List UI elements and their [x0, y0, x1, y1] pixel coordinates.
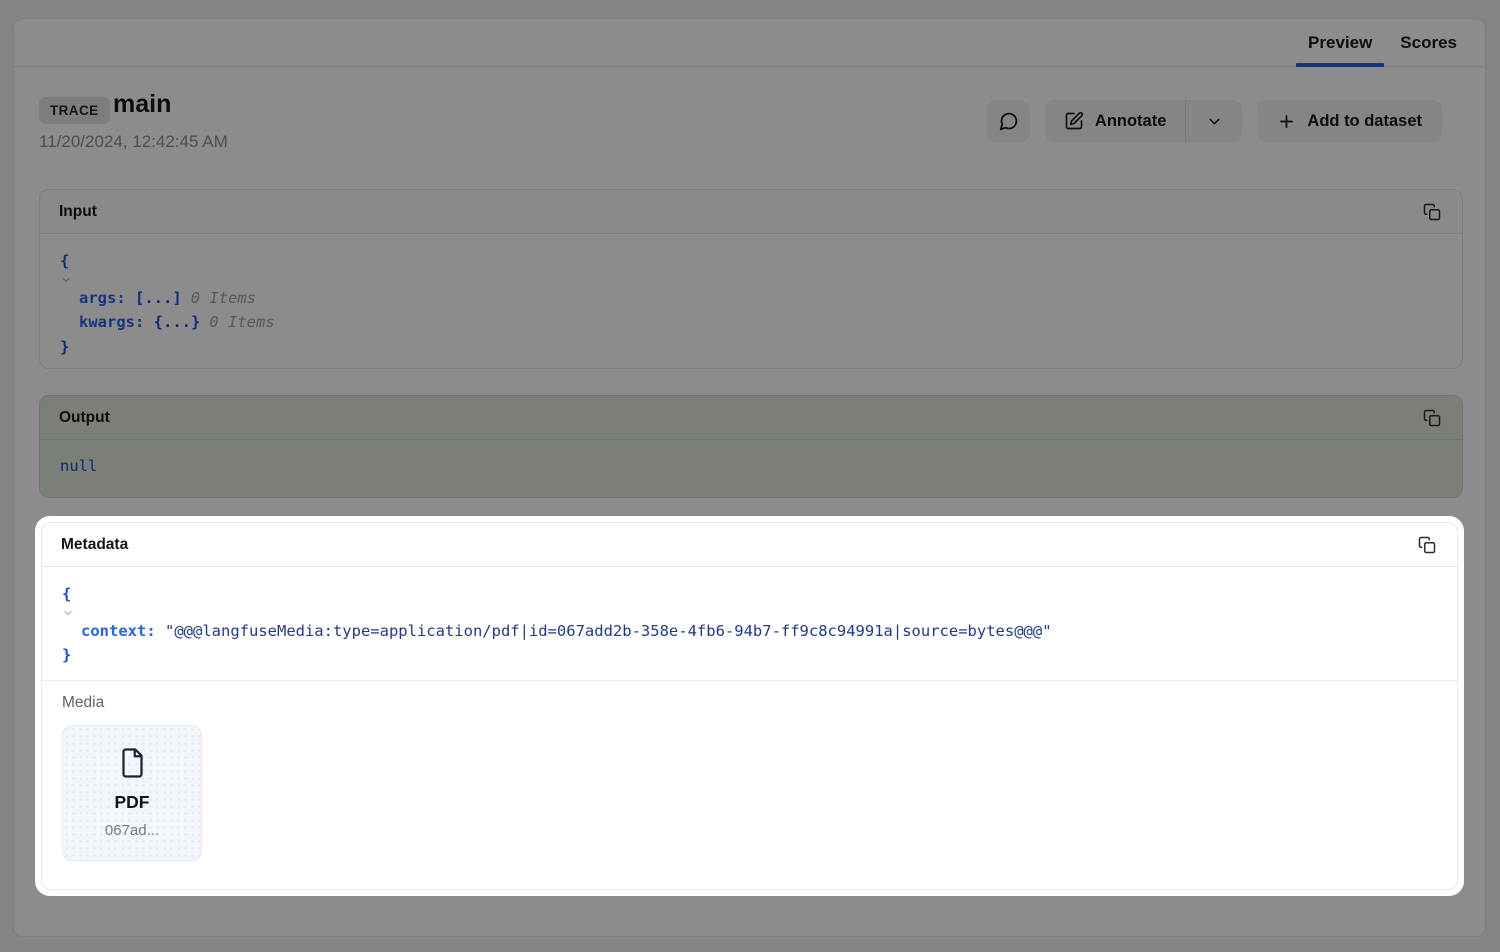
media-file-id: 067ad...: [105, 822, 159, 839]
metadata-panel: Metadata { context: "@@@langfuseMedia:ty…: [41, 522, 1458, 890]
trace-detail-page: Preview Scores TRACE main 11/20/2024, 12…: [0, 0, 1500, 952]
media-section: Media PDF 067ad...: [42, 680, 1457, 890]
metadata-json-viewer: { context: "@@@langfuseMedia:type=applic…: [42, 567, 1457, 680]
copy-icon: [1418, 536, 1436, 554]
file-icon: [119, 747, 146, 779]
copy-metadata-button[interactable]: [1416, 534, 1438, 556]
json-open-brace: {: [62, 585, 71, 603]
metadata-panel-header: Metadata: [42, 523, 1457, 567]
media-section-label: Media: [62, 694, 1437, 712]
json-string-value: "@@@langfuseMedia:type=application/pdf|i…: [165, 622, 1052, 640]
json-close-brace: }: [62, 646, 71, 664]
media-file-type: PDF: [115, 792, 150, 813]
metadata-spotlight: Metadata { context: "@@@langfuseMedia:ty…: [35, 516, 1464, 896]
media-attachment-pdf[interactable]: PDF 067ad...: [62, 725, 202, 861]
collapse-chevron-icon[interactable]: [62, 607, 1437, 619]
metadata-panel-title: Metadata: [61, 536, 128, 554]
json-key: context:: [81, 622, 156, 640]
